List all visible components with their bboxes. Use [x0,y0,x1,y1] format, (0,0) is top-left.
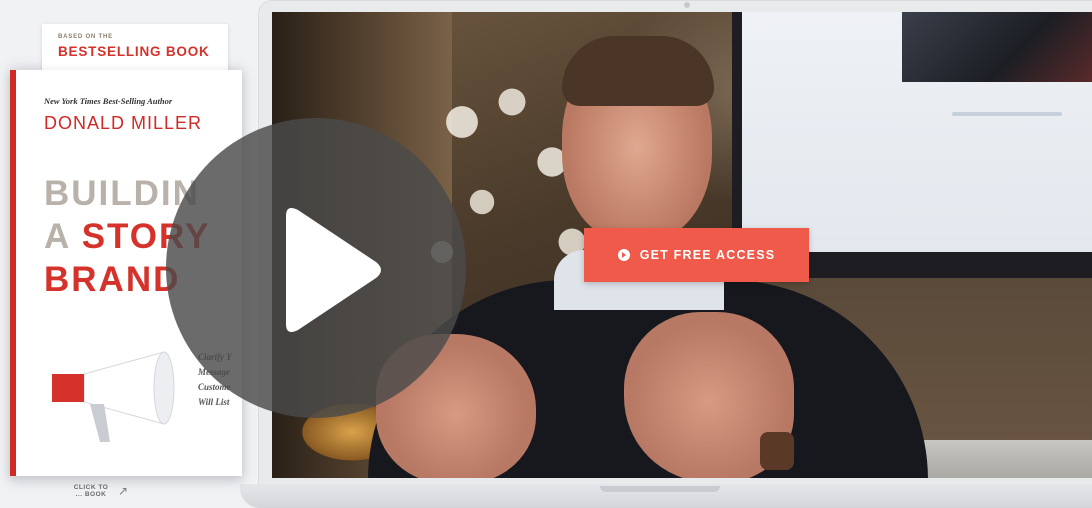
book-tag: BASED ON THE BESTSELLING BOOK [42,24,228,74]
wristwatch [760,432,794,470]
cta-label: GET FREE ACCESS [639,248,776,262]
play-icon [286,208,381,332]
book-title-line-2a: A [44,217,82,256]
curved-arrow-icon: ↗ [118,484,129,498]
tv-screen-photo [902,12,1092,82]
get-free-access-button[interactable]: GET FREE ACCESS [584,228,809,282]
presenter-hair [562,36,714,106]
book-kicker: New York Times Best-Selling Author [44,96,173,106]
play-circle-icon [617,249,630,261]
book-author: DONALD MILLER [44,113,203,133]
book-title-line-3: BRAND [44,260,181,299]
book-title-line-1: BUILDIN [44,174,200,213]
laptop-notch [600,486,720,492]
tv-screen-caption [952,112,1062,116]
book-tag-small: BASED ON THE [58,34,113,40]
camera-dot [684,2,690,8]
book-tag-big: BESTSELLING BOOK [58,44,210,59]
megaphone-icon [52,351,175,442]
